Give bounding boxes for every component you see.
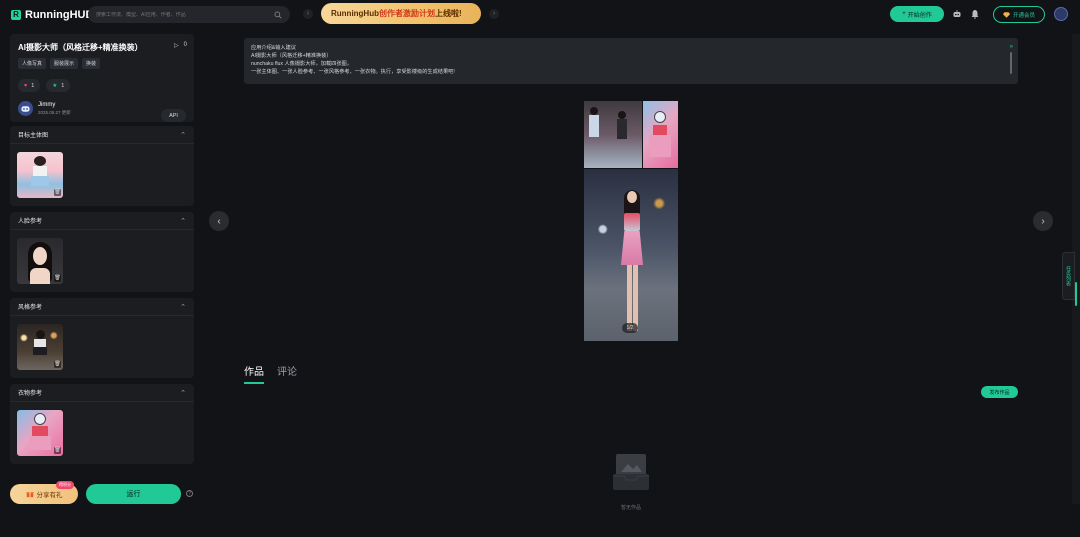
share-label: 分享有礼: [36, 492, 63, 499]
trash-icon[interactable]: 🗑: [54, 275, 61, 282]
target-image-thumbnail[interactable]: 🗑: [17, 152, 63, 198]
tag[interactable]: 换装: [82, 58, 101, 69]
tag-list: 人像写真 服装展示 换装: [18, 58, 186, 69]
top-bar: R RunningHUB ‹ RunningHub 创作者激励计划 上线啦! ›…: [0, 0, 1080, 30]
run-count-value: 0: [183, 42, 187, 48]
intro-line: nunchaku flux 人像摄影大师，加载四张图，: [251, 61, 352, 67]
publish-work-button[interactable]: 发布作品: [981, 386, 1018, 398]
gift-icon: [25, 492, 34, 498]
tab-comments[interactable]: 评论: [277, 363, 297, 384]
plus-icon: +: [902, 11, 906, 17]
tag[interactable]: 人像写真: [18, 58, 47, 69]
search-bar[interactable]: [88, 6, 290, 23]
section-face-reference: 人脸参考 ⌃ 🗑: [10, 212, 194, 292]
chevron-up-icon[interactable]: ⌃: [180, 389, 186, 397]
robot-icon[interactable]: [952, 9, 962, 19]
intro-scrollbar[interactable]: [1010, 52, 1012, 74]
app-intro: 应用介绍&输入建议 AI摄影大师（风格迁移+精准换装） nunchaku flu…: [244, 38, 1018, 84]
search-input[interactable]: [96, 11, 274, 18]
gallery-counter: 1/2: [622, 323, 638, 333]
trash-icon[interactable]: 🗑: [54, 189, 61, 196]
app-info-card: AI摄影大师（风格迁移+精准换装） ▷ 0 人像写真 服装展示 换装 ♥ 1 ★…: [10, 34, 194, 122]
result-inputs-preview: [584, 101, 642, 168]
section-title: 衣物参考: [18, 391, 43, 397]
promo-banner[interactable]: RunningHub 创作者激励计划 上线啦!: [321, 3, 481, 24]
chevron-double-down-icon[interactable]: »: [1010, 44, 1013, 50]
like-count: 1: [31, 82, 35, 89]
logo-icon: R: [11, 10, 21, 20]
chevron-right-icon: ›: [1041, 215, 1045, 227]
section-header[interactable]: 风格参考 ⌃: [10, 298, 194, 316]
app-title: AI摄影大师（风格迁移+精准换装）: [18, 43, 143, 52]
chevron-left-icon: ‹: [217, 215, 221, 227]
tag[interactable]: 服装展示: [50, 58, 79, 69]
tab-works[interactable]: 作品: [244, 363, 264, 384]
clothing-reference-thumbnail[interactable]: 🗑: [17, 410, 63, 456]
result-main-photo: [584, 169, 678, 341]
intro-line: 一张主体图、一张人脸参考、一张风格参考、一张衣物。执行，享受影楼级的生成结果吧!: [251, 69, 455, 75]
section-header[interactable]: 人脸参考 ⌃: [10, 212, 194, 230]
trash-icon[interactable]: 🗑: [54, 361, 61, 368]
section-clothing-reference: 衣物参考 ⌃ 🗑: [10, 384, 194, 464]
play-icon: ▷: [174, 43, 179, 49]
robot-avatar-icon: [21, 105, 30, 112]
section-title: 风格参考: [18, 305, 43, 311]
search-icon[interactable]: [274, 11, 282, 19]
run-count: ▷ 0: [174, 42, 187, 49]
banner-prev-icon[interactable]: ‹: [303, 9, 313, 19]
banner-prefix: RunningHub: [331, 9, 379, 18]
author-name: Jimmy: [38, 101, 56, 108]
empty-inbox-icon: [613, 454, 649, 490]
style-reference-thumbnail[interactable]: 🗑: [17, 324, 63, 370]
author-avatar[interactable]: [18, 101, 33, 116]
diamond-icon: [1002, 11, 1010, 18]
rail-scroll-indicator[interactable]: [1075, 282, 1077, 306]
bell-icon[interactable]: [970, 9, 980, 19]
gallery-prev-button[interactable]: ‹: [209, 211, 229, 231]
banner-next-icon[interactable]: ›: [489, 9, 499, 19]
run-button[interactable]: 运行: [86, 484, 181, 504]
logo[interactable]: R RunningHUB: [11, 9, 93, 21]
content-tabs: 作品 评论: [244, 363, 297, 384]
favorite-count: 1: [61, 82, 65, 89]
vip-label: 开通会员: [1012, 12, 1035, 19]
gallery-next-button[interactable]: ›: [1033, 211, 1053, 231]
star-icon: ★: [52, 82, 58, 89]
api-button[interactable]: API: [161, 109, 186, 122]
heart-icon: ♥: [24, 82, 28, 89]
chevron-up-icon[interactable]: ⌃: [180, 303, 186, 311]
subject-figure: [621, 190, 643, 335]
updated-date: 2025.05.27 更新: [38, 109, 71, 115]
banner-highlight: 创作者激励计划: [378, 9, 435, 18]
intro-heading: 应用介绍&输入建议: [251, 45, 296, 51]
section-title: 人脸参考: [18, 219, 43, 225]
like-button[interactable]: ♥ 1: [18, 79, 41, 92]
vip-button[interactable]: 开通会员: [993, 6, 1045, 23]
face-reference-thumbnail[interactable]: 🗑: [17, 238, 63, 284]
result-image[interactable]: [584, 101, 678, 341]
stats-row: ♥ 1 ★ 1: [18, 79, 186, 92]
share-badge: 得积分: [56, 481, 74, 489]
favorite-button[interactable]: ★ 1: [46, 79, 71, 92]
section-style-reference: 风格参考 ⌃ 🗑: [10, 298, 194, 378]
empty-state-text: 暂无作品: [620, 505, 641, 511]
start-create-button[interactable]: + 开始创作: [890, 6, 944, 22]
help-icon[interactable]: ?: [186, 490, 193, 497]
chevron-up-icon[interactable]: ⌃: [180, 131, 186, 139]
section-target-image: 目标主体图 ⌃ 🗑: [10, 126, 194, 206]
chevron-up-icon[interactable]: ⌃: [180, 217, 186, 225]
task-list-tab[interactable]: 任务列表: [1062, 252, 1075, 300]
banner-suffix: 上线啦!: [434, 9, 462, 18]
trash-icon[interactable]: 🗑: [54, 447, 61, 454]
intro-line: AI摄影大师（风格迁移+精准换装）: [251, 53, 332, 59]
brand-name: RunningHUB: [25, 9, 94, 21]
section-title: 目标主体图: [18, 133, 49, 139]
user-avatar[interactable]: [1054, 7, 1068, 21]
result-clothing-preview: [643, 101, 678, 168]
start-create-label: 开始创作: [907, 12, 932, 19]
section-header[interactable]: 衣物参考 ⌃: [10, 384, 194, 402]
section-header[interactable]: 目标主体图 ⌃: [10, 126, 194, 144]
